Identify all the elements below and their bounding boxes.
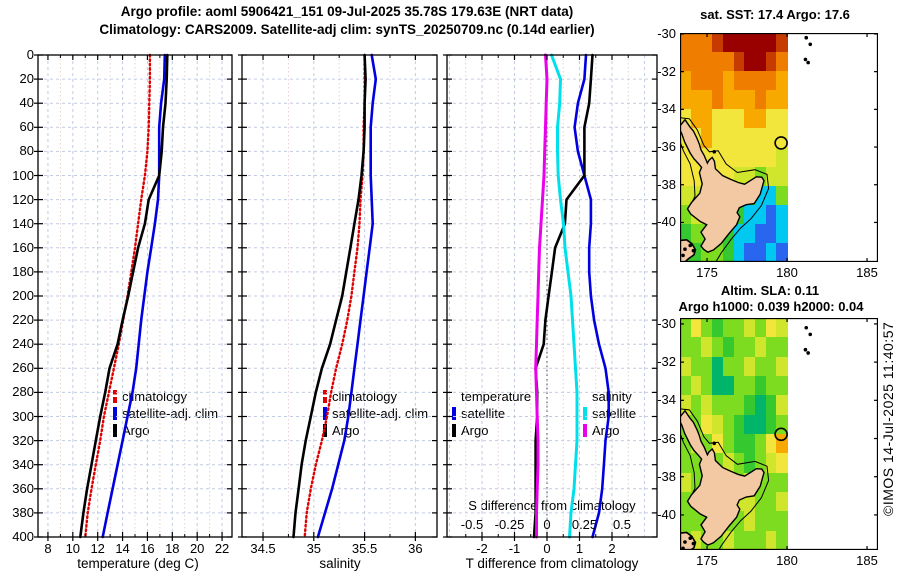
islet	[688, 536, 693, 541]
depth-tick-label: 120	[12, 191, 34, 207]
islet	[804, 35, 809, 40]
altimetric-SLA-map	[680, 318, 878, 550]
salinity-profile-plot	[238, 53, 438, 541]
temperature-axis-label: temperature (deg C)	[77, 556, 199, 571]
satellite-SST-map	[680, 33, 878, 262]
map-lat-tick-label: -38	[657, 468, 676, 484]
depth-tick-label: 260	[12, 360, 34, 376]
depth-tick-label: 300	[12, 408, 34, 424]
argo-position-marker	[774, 136, 788, 150]
depth-tick-label: 80	[19, 143, 34, 159]
map-lat-tick-label: -40	[657, 214, 676, 230]
islet	[683, 540, 687, 544]
x-tick-label: 36	[408, 541, 423, 556]
islet	[712, 441, 717, 446]
depth-tick-label: 380	[12, 504, 34, 520]
depth-tick-label: 180	[12, 263, 34, 279]
map-overlay	[680, 33, 878, 262]
temperature-profile-plot	[34, 53, 233, 541]
map-lat-tick-label: -30	[657, 315, 676, 331]
x-tick-label: 22	[214, 541, 230, 556]
map-lon-tick-label: 180	[776, 553, 798, 568]
map-lat-tick-label: -34	[657, 392, 676, 408]
islet	[691, 248, 696, 253]
argo-position-marker	[774, 427, 788, 442]
figure-title-line1: Argo profile: aoml 5906421_151 09-Jul-20…	[120, 4, 574, 19]
north-island-landmass	[680, 409, 765, 546]
map-overlay	[680, 318, 878, 550]
tdiff-axis-label: T difference from climatology	[465, 556, 639, 571]
islet	[808, 42, 813, 47]
islet	[691, 541, 696, 546]
x-tick-label: 34.5	[250, 541, 276, 556]
map-lon-tick-label: 185	[856, 265, 878, 280]
sdiff-tick-label: 0.5	[612, 517, 632, 532]
map-lon-tick-label: 180	[776, 265, 798, 280]
sla-map-title-line2: Argo h1000: 0.039 h2000: 0.04	[678, 299, 864, 314]
depth-tick-label: 340	[12, 456, 34, 472]
islet	[804, 325, 809, 330]
sst-map-title: sat. SST: 17.4 Argo: 17.6	[700, 7, 850, 22]
argo-profile-figure: Argo profile: aoml 5906421_151 09-Jul-20…	[0, 0, 900, 580]
map-lat-tick-label: -30	[657, 25, 676, 41]
difference-from-climatology-plot	[443, 53, 658, 541]
x-tick-label: 2	[608, 541, 616, 556]
map-lat-tick-label: -40	[657, 506, 676, 522]
depth-tick-label: 20	[19, 71, 34, 87]
islet	[803, 57, 808, 62]
map-lon-tick-label: 185	[856, 553, 878, 568]
depth-tick-label: 220	[12, 312, 34, 328]
islet	[683, 247, 687, 252]
islet	[808, 332, 813, 337]
islet	[806, 60, 810, 65]
islet	[688, 243, 693, 248]
imos-watermark: ©IMOS 14-Jul-2025 11:40:57	[880, 321, 896, 516]
depth-tick-label: 0	[26, 47, 34, 62]
islet	[803, 347, 808, 352]
depth-tick-label: 40	[19, 95, 34, 111]
depth-tick-label: 140	[12, 215, 34, 231]
depth-tick-label: 240	[12, 336, 34, 352]
x-tick-label: 35.5	[351, 541, 378, 556]
depth-tick-label: 100	[12, 167, 34, 183]
north-island-landmass	[680, 118, 765, 253]
depth-tick-label: 400	[12, 529, 34, 544]
map-lat-tick-label: -38	[657, 176, 676, 192]
map-lat-tick-label: -36	[657, 139, 676, 155]
islet	[712, 149, 717, 154]
islet	[681, 253, 685, 258]
depth-tick-label: 360	[12, 480, 34, 496]
map-lat-tick-label: -32	[657, 63, 676, 79]
map-lat-tick-label: -36	[657, 430, 676, 446]
map-lon-tick-label: 175	[696, 553, 718, 568]
depth-tick-label: 280	[12, 384, 34, 400]
islet	[806, 351, 810, 355]
depth-tick-label: 320	[12, 432, 34, 448]
x-tick-label: 35	[306, 541, 322, 556]
map-lon-tick-label: 175	[696, 265, 718, 280]
sla-map-title-line1: Altim. SLA: 0.11	[720, 283, 820, 298]
depth-tick-label: 160	[12, 239, 34, 255]
depth-tick-label: 200	[12, 288, 34, 303]
map-lat-tick-label: -32	[657, 354, 676, 370]
figure-title-line2: Climatology: CARS2009. Satellite-adj cli…	[99, 22, 595, 37]
map-lat-tick-label: -34	[657, 101, 676, 117]
depth-tick-label: 60	[19, 119, 34, 135]
salinity-axis-label: salinity	[319, 556, 361, 571]
